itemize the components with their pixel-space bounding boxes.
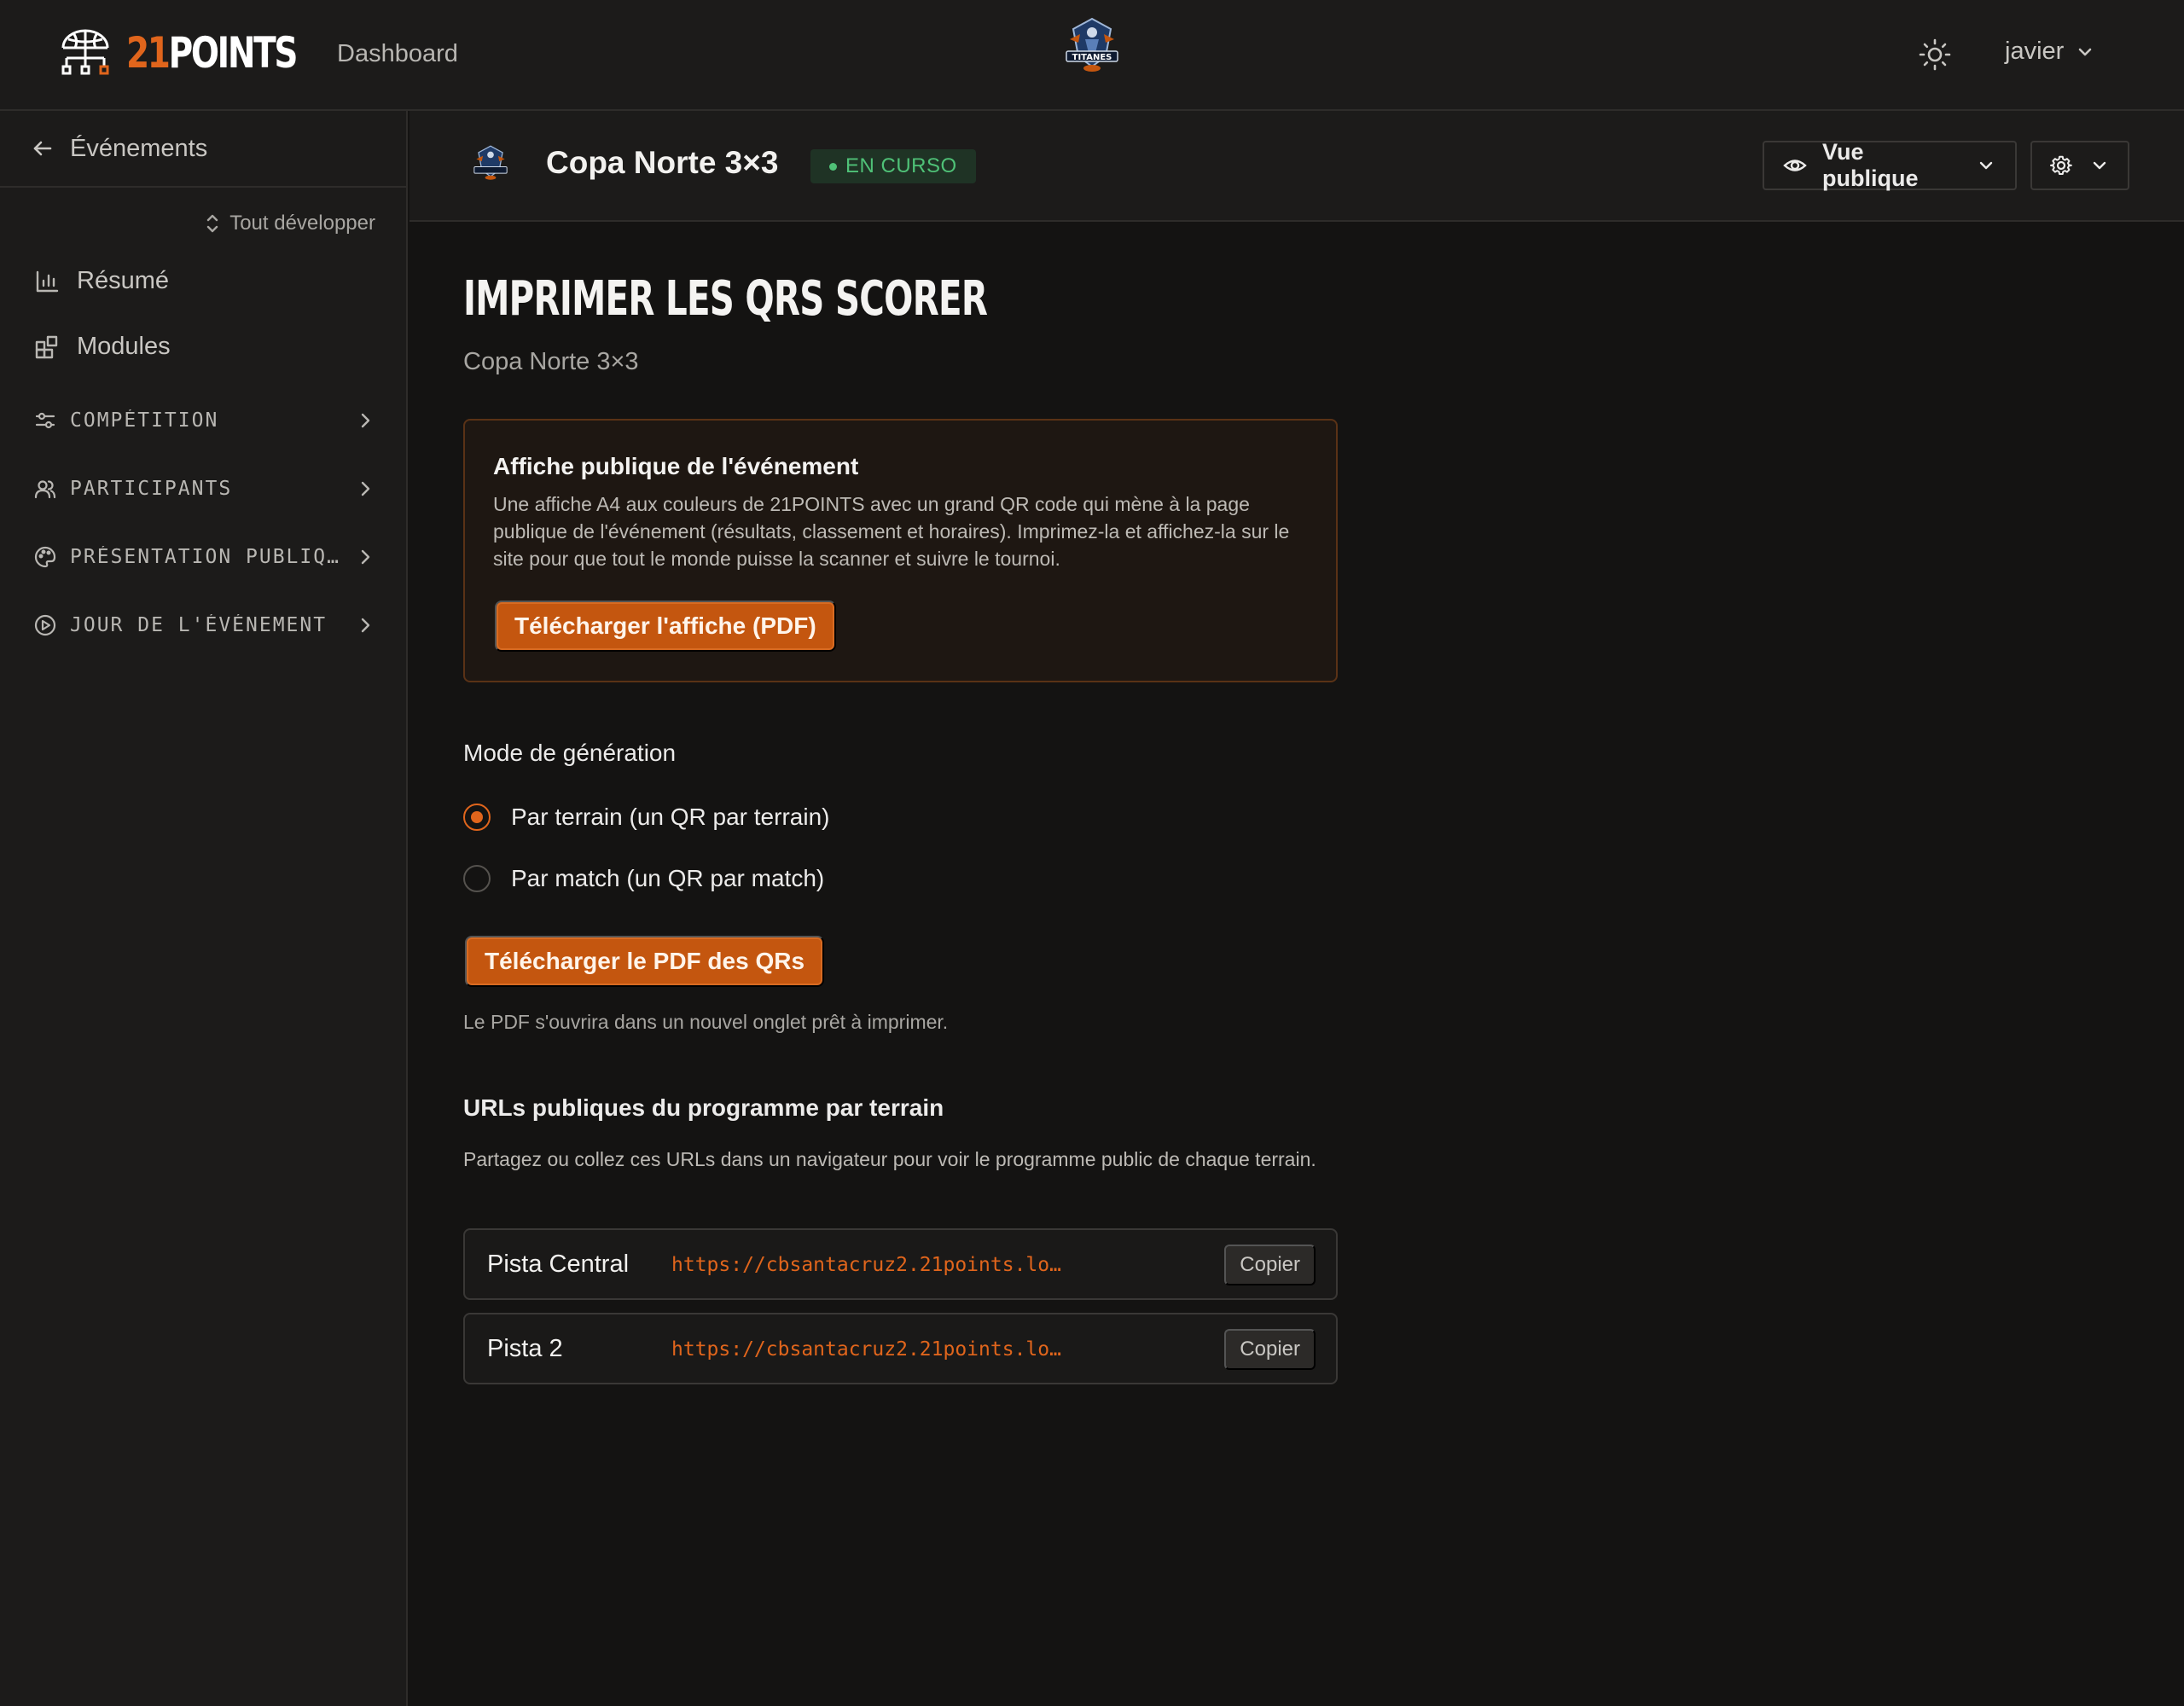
sun-icon — [1918, 38, 1952, 72]
brand-logo[interactable]: 21POINTS — [58, 27, 344, 78]
back-label: Événements — [70, 134, 208, 162]
court-url-row: Pista 2 https://cbsantacruz2.21points.lo… — [463, 1313, 1338, 1384]
copy-url-button[interactable]: Copier — [1224, 1329, 1316, 1370]
poster-title: Affiche publique de l'événement — [493, 453, 859, 479]
sidebar-item-label: Résumé — [77, 267, 169, 294]
radio-button[interactable] — [463, 865, 491, 892]
club-logo: TITANES — [1061, 17, 1123, 73]
chevron-right-icon — [355, 547, 375, 567]
court-url-link[interactable]: https://cbsantacruz2.21points.local/pist… — [671, 1338, 1066, 1361]
radio-option-per-match[interactable]: Par match (un QR par match) — [463, 865, 824, 892]
theme-toggle[interactable] — [1918, 38, 1952, 72]
page-subtitle: Copa Norte 3×3 — [463, 348, 639, 375]
urls-section-description: Partagez ou collez ces URLs dans un navi… — [463, 1148, 1316, 1170]
modules-icon — [34, 334, 60, 360]
status-dot — [829, 162, 837, 171]
public-view-button[interactable]: Vue publique — [1763, 139, 2017, 191]
chevron-down-icon — [1976, 155, 1996, 176]
sidebar-group-label: PRÉSENTATION PUBLIQ… — [70, 546, 340, 568]
sidebar-group-participants[interactable]: PARTICIPANTS — [34, 478, 375, 500]
radio-label: Par match (un QR par match) — [511, 865, 825, 891]
sidebar-group-competition[interactable]: COMPÉTITION — [34, 409, 375, 432]
court-url-row: Pista Central https://cbsantacruz2.21poi… — [463, 1228, 1338, 1300]
status-label: EN CURSO — [845, 154, 957, 177]
download-qr-pdf-button[interactable]: Télécharger le PDF des QRs — [465, 936, 825, 987]
radio-label: Par terrain (un QR par terrain) — [511, 804, 830, 830]
public-view-label: Vue publique — [1822, 139, 1919, 191]
users-icon — [34, 478, 56, 500]
eye-icon — [1783, 154, 1807, 177]
palette-icon — [34, 546, 56, 568]
sidebar-group-event-day[interactable]: JOUR DE L'ÉVÉNEMENT — [34, 614, 375, 636]
court-name: Pista 2 — [487, 1335, 563, 1362]
poster-description: Une affiche A4 aux couleurs de 21POINTS … — [493, 493, 1290, 570]
event-settings-button[interactable] — [2030, 141, 2129, 190]
chevron-down-icon — [2074, 41, 2096, 63]
event-header: Copa Norte 3×3 EN CURSO Vue publique — [410, 111, 2184, 222]
generation-mode-label: Mode de génération — [463, 740, 677, 766]
event-title: Copa Norte 3×3 — [546, 145, 779, 180]
sidebar-item-modules[interactable]: Modules — [34, 333, 171, 361]
sidebar-group-public-presentation[interactable]: PRÉSENTATION PUBLIQ… — [34, 546, 375, 568]
bar-chart-icon — [34, 269, 60, 294]
sidebar-item-label: Modules — [77, 333, 171, 360]
urls-section-title: URLs publiques du programme par terrain — [463, 1094, 944, 1121]
play-circle-icon — [34, 614, 56, 636]
sidebar-group-label: JOUR DE L'ÉVÉNEMENT — [70, 614, 328, 636]
event-logo — [471, 143, 510, 183]
chevrons-up-down-icon — [204, 212, 221, 235]
gear-icon — [2050, 154, 2072, 177]
brand-wordmark: 21POINTS — [126, 28, 298, 78]
expand-all-button[interactable]: Tout développer — [204, 212, 375, 235]
top-bar: 21POINTS Dashboard TITANES javier — [0, 0, 2184, 111]
chevron-right-icon — [355, 479, 375, 499]
arrow-left-icon — [31, 136, 55, 160]
svg-text:TITANES: TITANES — [1072, 53, 1112, 62]
poster-card: Affiche publique de l'événement Une affi… — [463, 419, 1338, 682]
sidebar-group-label: COMPÉTITION — [70, 409, 219, 432]
nav-dashboard-link[interactable]: Dashboard — [337, 40, 458, 68]
back-to-events-link[interactable]: Événements — [0, 111, 406, 188]
sidebar-item-summary[interactable]: Résumé — [34, 267, 169, 295]
download-poster-button[interactable]: Télécharger l'affiche (PDF) — [495, 601, 836, 652]
expand-all-label: Tout développer — [229, 212, 375, 235]
page-title: IMPRIMER LES QRS SCORER — [463, 271, 988, 327]
court-name: Pista Central — [487, 1250, 630, 1278]
sidebar-group-label: PARTICIPANTS — [70, 478, 233, 500]
chevron-right-icon — [355, 410, 375, 431]
basketball-bracket-icon — [58, 27, 113, 78]
chevron-right-icon — [355, 615, 375, 635]
user-name: javier — [2005, 38, 2065, 65]
copy-url-button[interactable]: Copier — [1224, 1245, 1316, 1285]
status-badge: EN CURSO — [810, 149, 976, 183]
radio-button-checked[interactable] — [463, 804, 491, 831]
sliders-icon — [34, 409, 56, 432]
court-url-link[interactable]: https://cbsantacruz2.21points.local/pist… — [671, 1254, 1066, 1276]
radio-option-per-court[interactable]: Par terrain (un QR par terrain) — [463, 804, 829, 831]
chevron-down-icon — [2089, 155, 2110, 176]
user-menu[interactable]: javier — [2005, 38, 2096, 66]
sidebar: Événements Tout développer Résumé Module… — [0, 111, 408, 1706]
pdf-note: Le PDF s'ouvrira dans un nouvel onglet p… — [463, 1011, 949, 1033]
